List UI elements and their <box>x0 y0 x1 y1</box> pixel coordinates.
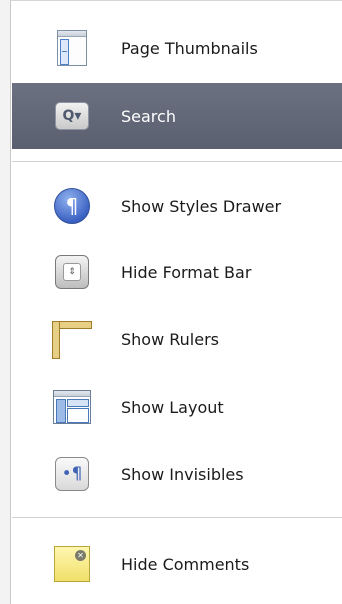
menu-item-show-rulers[interactable]: Show Rulers <box>12 306 342 372</box>
search-icon: Q▾ <box>52 96 92 136</box>
menu-item-search[interactable]: Q▾ Search <box>12 83 342 149</box>
menu-item-page-thumbnails[interactable]: Page Thumbnails <box>12 15 342 81</box>
rulers-icon <box>52 319 92 359</box>
menu-item-label: Hide Format Bar <box>121 262 252 282</box>
styles-drawer-icon: ¶ <box>52 186 92 226</box>
menu-separator <box>12 517 342 518</box>
menu-item-label: Show Rulers <box>121 329 219 349</box>
menu-item-label: Search <box>121 106 176 126</box>
format-bar-icon: ⇕ <box>52 252 92 292</box>
menu-item-label: Show Styles Drawer <box>121 196 282 216</box>
menu-item-hide-comments[interactable]: ✕ Hide Comments <box>12 531 342 597</box>
menu-item-show-invisibles[interactable]: •¶ Show Invisibles <box>12 441 342 507</box>
page-thumbnails-icon <box>52 28 92 68</box>
menu-item-hide-format-bar[interactable]: ⇕ Hide Format Bar <box>12 239 342 305</box>
menu-item-label: Hide Comments <box>121 554 250 574</box>
menu-item-label: Page Thumbnails <box>121 38 258 58</box>
comments-icon: ✕ <box>52 544 92 584</box>
menu-separator <box>12 161 342 162</box>
menu-item-show-styles-drawer[interactable]: ¶ Show Styles Drawer <box>12 173 342 239</box>
menu-item-label: Show Invisibles <box>121 464 244 484</box>
menu-item-show-layout[interactable]: Show Layout <box>12 374 342 440</box>
layout-icon <box>52 387 92 427</box>
view-menu: Page Thumbnails Q▾ Search ¶ Show Styles … <box>10 0 342 604</box>
invisibles-icon: •¶ <box>52 454 92 494</box>
menu-item-label: Show Layout <box>121 397 224 417</box>
